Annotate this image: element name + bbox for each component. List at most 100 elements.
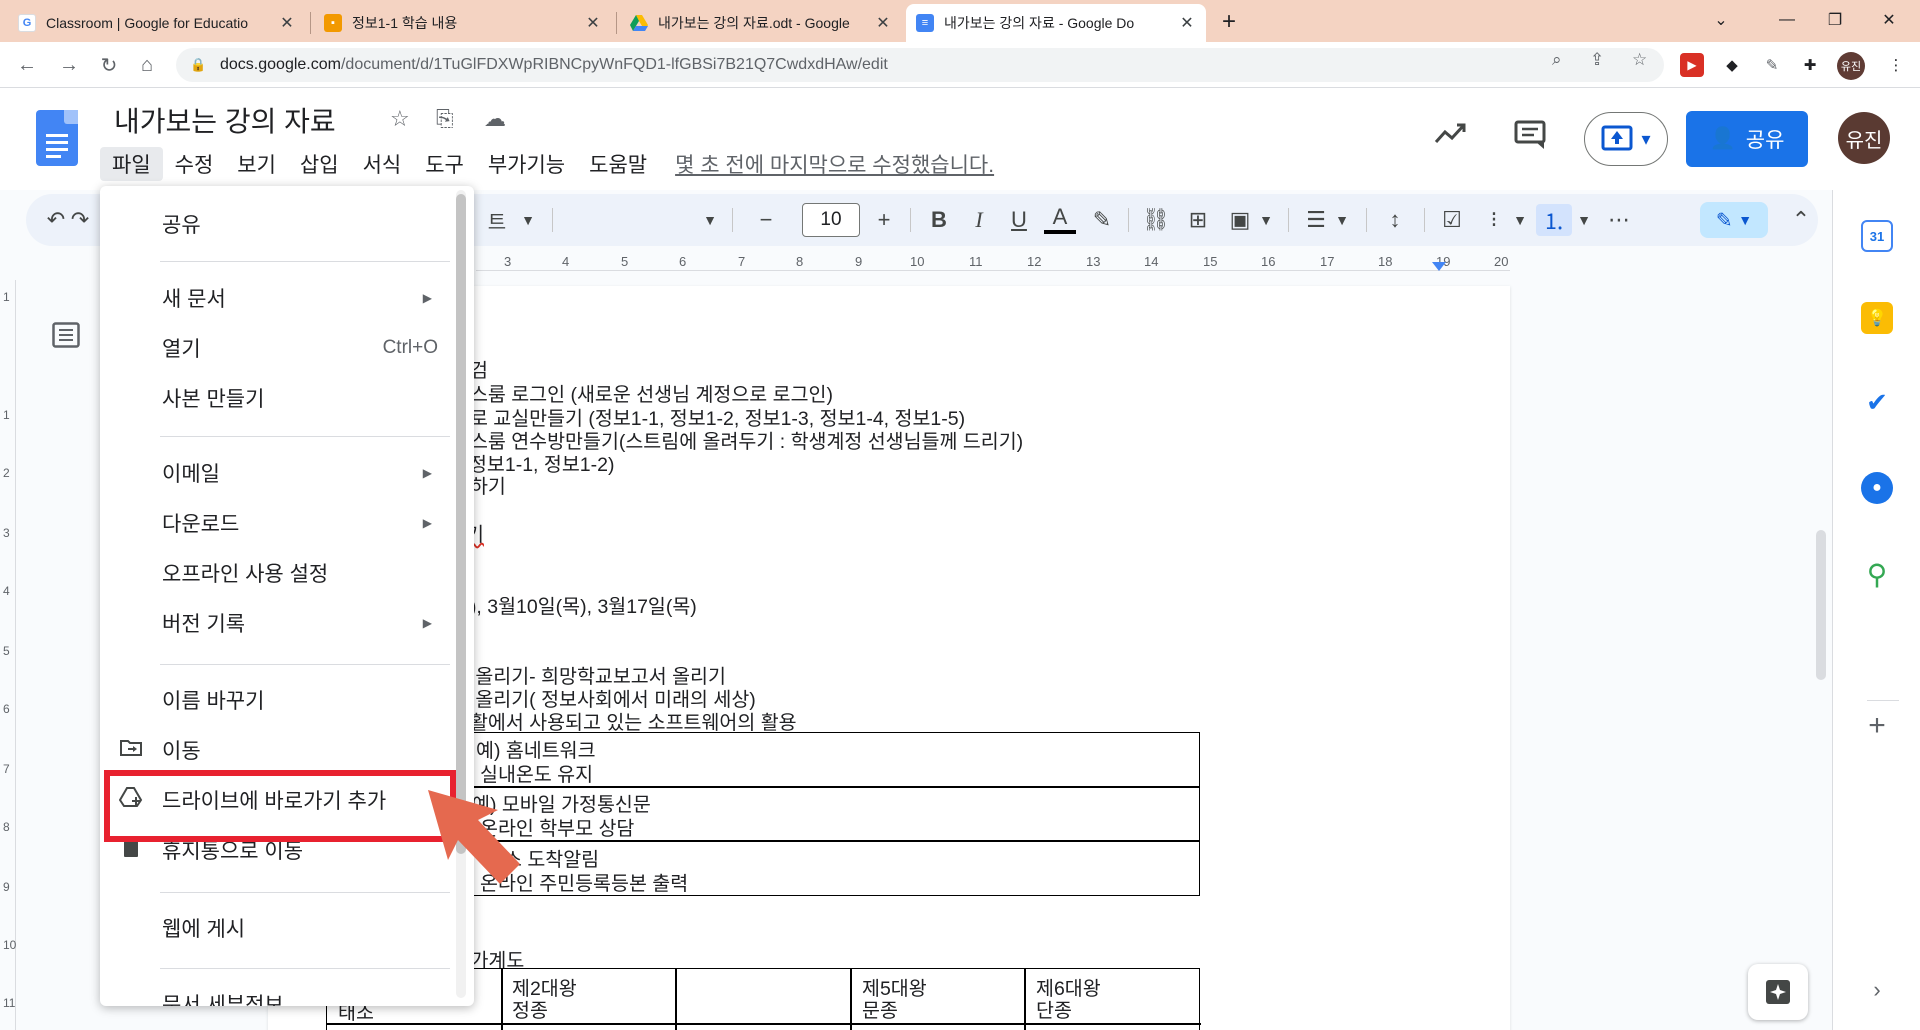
extensions-puzzle-icon[interactable]: ✚	[1798, 53, 1822, 77]
font-size-minus-icon[interactable]: −	[746, 204, 786, 236]
menu-file[interactable]: 파일	[100, 147, 163, 181]
table-cell[interactable]: 문종	[862, 994, 898, 1023]
font-size-input[interactable]: 10	[802, 203, 860, 237]
underline-icon[interactable]: U	[1004, 204, 1034, 236]
menu-item-make-copy[interactable]: 사본 만들기	[100, 376, 460, 420]
menu-item-email[interactable]: 이메일 ▶	[100, 451, 460, 495]
doc-line[interactable]: 생활에서 사용되고 있는 소프트웨어의 활용	[452, 706, 797, 735]
add-icon[interactable]: +	[1861, 709, 1893, 742]
highlight-icon[interactable]: ✎	[1086, 204, 1118, 236]
tasks-icon[interactable]: ✔	[1861, 386, 1893, 418]
add-comment-icon[interactable]: ⊞	[1182, 204, 1214, 236]
document-outline-icon[interactable]	[52, 322, 80, 355]
zoom-icon[interactable]: ⌕	[1552, 50, 1562, 70]
explore-sparkle-button[interactable]	[1748, 964, 1808, 1020]
insert-image-icon[interactable]: ▣	[1224, 204, 1256, 236]
close-tab-icon[interactable]: ✕	[874, 13, 892, 33]
close-tab-icon[interactable]: ✕	[278, 13, 296, 33]
profile-avatar-small[interactable]: 유진	[1837, 52, 1865, 80]
menu-view[interactable]: 보기	[225, 147, 288, 181]
new-tab-icon[interactable]: +	[1222, 8, 1236, 36]
share-page-icon[interactable]: ⇪	[1590, 50, 1604, 70]
maps-icon[interactable]: ⚲	[1861, 558, 1893, 590]
keep-icon[interactable]: 💡	[1861, 302, 1893, 334]
more-options-icon[interactable]: ⋯	[1602, 204, 1636, 236]
tab-search-icon[interactable]: ⌄	[1690, 0, 1752, 40]
align-left-icon[interactable]: ☰	[1300, 204, 1332, 236]
image-dropdown-icon[interactable]: ▼	[1256, 204, 1276, 236]
browser-menu-icon[interactable]: ⋮	[1884, 53, 1908, 77]
menu-tools[interactable]: 도구	[413, 147, 476, 181]
back-icon[interactable]: ←	[12, 50, 42, 80]
cloud-saved-icon[interactable]: ☁	[484, 106, 506, 132]
font-name-fragment[interactable]: 트	[482, 204, 512, 236]
close-tab-icon[interactable]: ✕	[584, 13, 602, 33]
extension-black-icon[interactable]: ◆	[1720, 53, 1744, 77]
link-icon[interactable]: ⛓	[1140, 204, 1172, 236]
undo-icon[interactable]: ↶	[40, 204, 72, 236]
font-dropdown-icon[interactable]: ▼	[516, 204, 540, 236]
text-color-icon[interactable]: A	[1044, 204, 1076, 234]
menu-item-open[interactable]: 열기 Ctrl+O	[100, 326, 460, 370]
reload-icon[interactable]: ↻	[94, 50, 124, 80]
checklist-icon[interactable]: ☑	[1436, 204, 1468, 236]
move-folder-icon[interactable]: ⎘	[436, 106, 454, 132]
menu-item-offline[interactable]: 오프라인 사용 설정	[100, 551, 460, 595]
bold-icon[interactable]: B	[924, 204, 954, 236]
extension-grey-icon[interactable]: ✎	[1760, 53, 1784, 77]
star-icon[interactable]: ☆	[390, 106, 410, 132]
calendar-icon[interactable]: 31	[1861, 220, 1893, 252]
bullet-dropdown-icon[interactable]: ▼	[1510, 204, 1530, 236]
browser-tab-drive[interactable]: 내가보는 강의 자료.odt - Google ✕	[620, 4, 902, 42]
italic-icon[interactable]: I	[964, 204, 994, 236]
menu-item-download[interactable]: 다운로드 ▶	[100, 501, 460, 545]
line-spacing-icon[interactable]: ↕	[1378, 204, 1412, 236]
docs-logo-icon[interactable]	[36, 110, 78, 166]
vertical-ruler[interactable]: 1 1 2 3 4 5 6 7 8 9 10 11	[0, 280, 16, 1030]
browser-tab-classroom[interactable]: G Classroom | Google for Educatio ✕	[8, 4, 306, 42]
present-button[interactable]: ▾	[1584, 112, 1668, 166]
doc-line[interactable]: 목), 3월10일(목), 3월17일(목)	[452, 590, 697, 619]
menu-item-new-document[interactable]: 새 문서 ▶	[100, 276, 460, 320]
document-scrollbar[interactable]	[1816, 530, 1826, 680]
menu-item-publish-web[interactable]: 웹에 게시	[100, 906, 460, 950]
menu-help[interactable]: 도움말	[577, 147, 659, 181]
editing-mode-button[interactable]: ✎ ▼	[1700, 202, 1768, 238]
align-dropdown-icon[interactable]: ▼	[1332, 204, 1352, 236]
home-icon[interactable]: ⌂	[132, 50, 162, 80]
menu-insert[interactable]: 삽입	[288, 147, 351, 181]
close-tab-icon[interactable]: ✕	[1178, 13, 1196, 33]
table-cell[interactable]: 단종	[1036, 994, 1072, 1023]
activity-trend-icon[interactable]	[1434, 120, 1468, 155]
extension-red-icon[interactable]: ▶	[1680, 53, 1704, 77]
numbered-dropdown-icon[interactable]: ▼	[1574, 204, 1594, 236]
right-indent-marker[interactable]	[1432, 262, 1446, 271]
menu-item-version-history[interactable]: 버전 기록 ▶	[100, 601, 460, 645]
omnibox[interactable]: 🔒 docs.google.com/document/d/1TuGlFDXWpR…	[176, 48, 1664, 82]
style-dropdown-icon[interactable]: ▼	[698, 204, 722, 236]
horizontal-ruler[interactable]: 3 4 5 6 7 8 9 10 11 12 13 14 15 16 17 18…	[476, 250, 1510, 272]
present-dropdown-icon[interactable]: ▾	[1641, 129, 1650, 150]
account-avatar[interactable]: 유진	[1838, 112, 1890, 164]
menu-item-share[interactable]: 공유	[100, 202, 460, 246]
comment-history-icon[interactable]	[1514, 120, 1546, 157]
collapse-menus-icon[interactable]: ⌃	[1786, 204, 1816, 236]
menu-item-document-details[interactable]: 문서 세부정보	[100, 982, 460, 1006]
font-size-plus-icon[interactable]: +	[864, 204, 904, 236]
menu-item-rename[interactable]: 이름 바꾸기	[100, 678, 460, 722]
hide-panel-icon[interactable]: ›	[1861, 974, 1893, 1006]
menu-addons[interactable]: 부가기능	[476, 147, 577, 181]
browser-tab-classroom-post[interactable]: ▪ 정보1-1 학습 내용 ✕	[314, 4, 612, 42]
window-close-icon[interactable]: ✕	[1858, 0, 1920, 40]
bookmark-star-icon[interactable]: ☆	[1632, 50, 1647, 70]
redo-icon[interactable]: ↷	[70, 204, 90, 236]
menu-format[interactable]: 서식	[351, 147, 414, 181]
bulleted-list-icon[interactable]: ⁝	[1478, 204, 1510, 236]
numbered-list-icon[interactable]: ⒈	[1536, 204, 1572, 236]
browser-tab-docs[interactable]: ≡ 내가보는 강의 자료 - Google Do ✕	[906, 4, 1206, 42]
share-button[interactable]: 👤 공유	[1686, 111, 1808, 167]
restore-icon[interactable]: ❐	[1804, 0, 1866, 40]
menu-item-move[interactable]: 이동	[100, 728, 460, 772]
menu-edit[interactable]: 수정	[163, 147, 226, 181]
table-cell[interactable]: 정종	[512, 994, 548, 1023]
